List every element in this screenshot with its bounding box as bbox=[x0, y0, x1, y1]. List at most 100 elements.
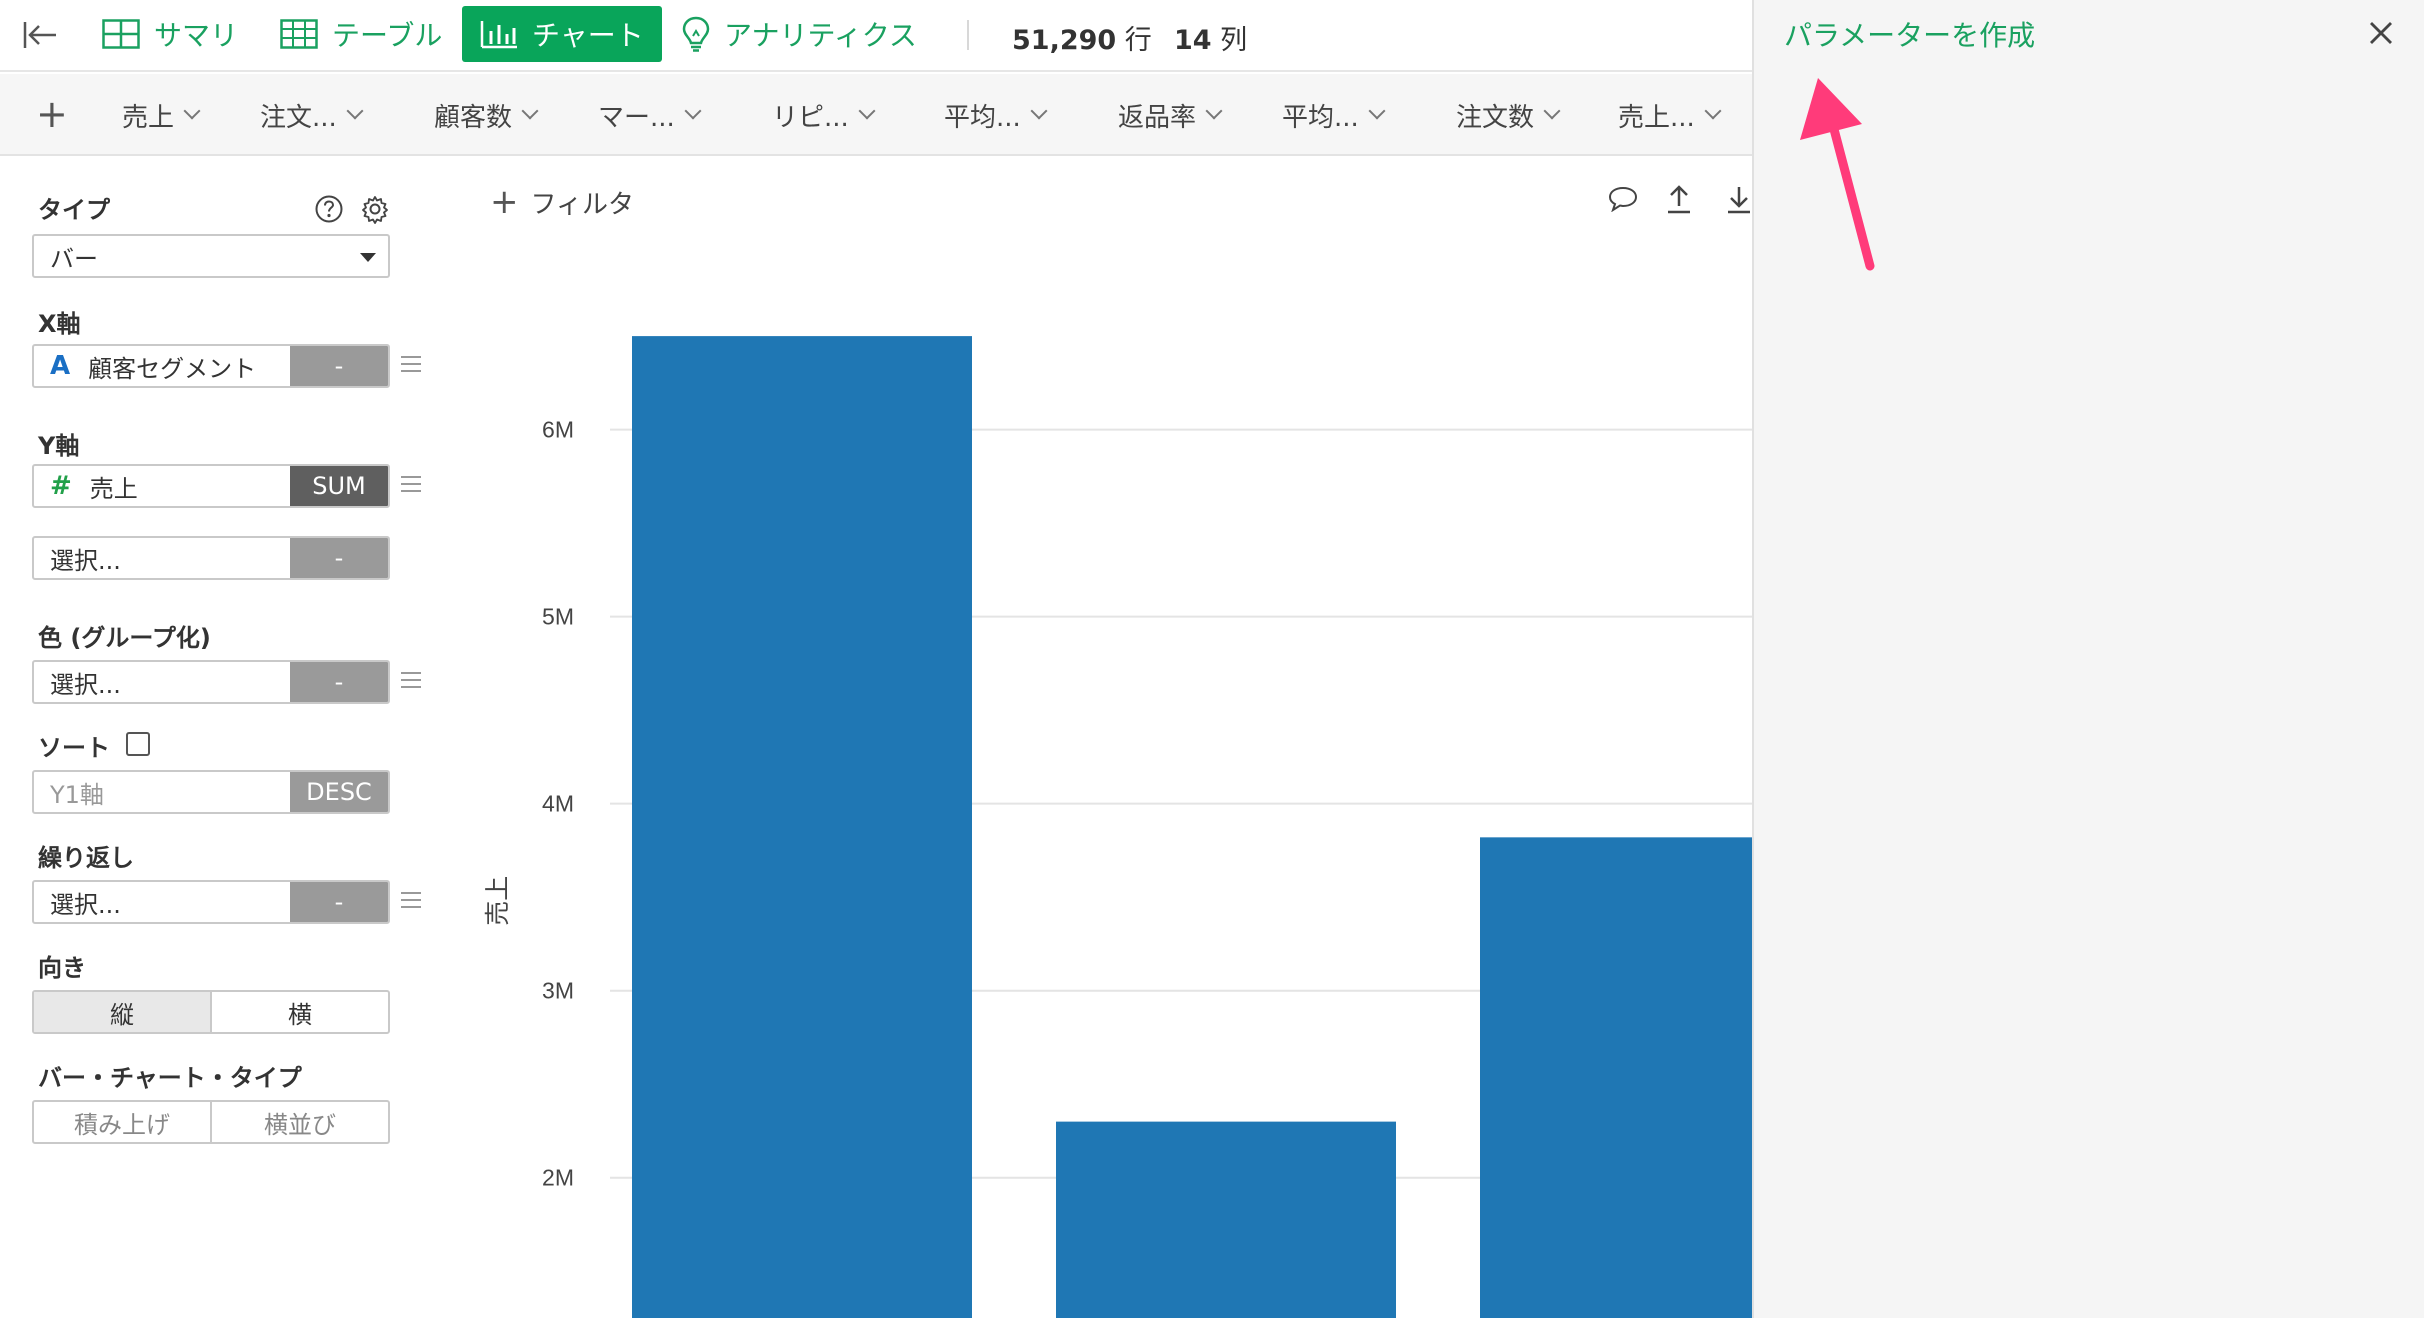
y-axis-aggregation-button[interactable]: SUM bbox=[290, 466, 388, 506]
sort-field: Y1軸 DESC bbox=[32, 770, 390, 814]
orientation-toggle: 縦 横 bbox=[32, 990, 390, 1034]
column-count-unit: 列 bbox=[1220, 25, 1248, 56]
y-tick-label: 4M bbox=[542, 791, 574, 817]
create-parameter-link[interactable]: パラメーターを作成 bbox=[1784, 14, 2035, 54]
tab-summary-label: サマリ bbox=[154, 19, 239, 52]
tab-chart[interactable]: チャート bbox=[462, 6, 662, 62]
gear-icon[interactable] bbox=[360, 194, 390, 224]
row-count-unit: 行 bbox=[1124, 25, 1152, 56]
y-axis-title: 売上 bbox=[483, 876, 512, 926]
x-axis-aggregation-button[interactable]: - bbox=[290, 346, 388, 386]
column-header-label: 売上... bbox=[1618, 102, 1695, 133]
column-header-label: 注文... bbox=[260, 102, 337, 133]
repeat-field-name: 選択... bbox=[50, 890, 121, 919]
sort-field-select[interactable]: Y1軸 bbox=[34, 772, 290, 812]
orientation-label: 向き bbox=[38, 954, 86, 982]
y-axis-label: Y軸 bbox=[38, 432, 80, 460]
type-label: タイプ bbox=[38, 196, 110, 224]
repeat-aggregation-button[interactable]: - bbox=[290, 882, 388, 922]
add-column-button[interactable]: + bbox=[36, 94, 68, 134]
drag-handle-icon[interactable] bbox=[401, 476, 421, 492]
help-icon[interactable] bbox=[314, 194, 344, 224]
tab-table-label: テーブル bbox=[332, 19, 443, 52]
chart-bar[interactable] bbox=[632, 336, 972, 1318]
color-field: 選択... - bbox=[32, 660, 390, 704]
column-header[interactable]: リピ... bbox=[772, 74, 876, 156]
bar-type-side-by-side-option[interactable]: 横並び bbox=[210, 1102, 388, 1142]
color-group-label: 色 (グループ化) bbox=[38, 624, 211, 652]
y-tick-label: 3M bbox=[542, 978, 574, 1004]
bar-chart-type-toggle: 積み上げ 横並び bbox=[32, 1100, 390, 1144]
drag-handle-icon[interactable] bbox=[401, 356, 421, 372]
table-icon bbox=[280, 19, 318, 49]
sort-order-button[interactable]: DESC bbox=[290, 772, 388, 812]
chevron-down-icon bbox=[346, 102, 364, 120]
row-count-value: 51,290 bbox=[1012, 25, 1117, 56]
chart-bar[interactable] bbox=[1056, 1121, 1396, 1318]
color-aggregation-button[interactable]: - bbox=[290, 662, 388, 702]
sort-label: ソート bbox=[38, 734, 110, 762]
y-tick-label: 6M bbox=[542, 417, 574, 443]
chevron-down-icon bbox=[1205, 102, 1223, 120]
tab-analytics-label: アナリティクス bbox=[724, 19, 917, 52]
chevron-down-icon bbox=[1368, 102, 1386, 120]
collapse-sidebar-icon[interactable] bbox=[20, 17, 60, 53]
annotation-arrow-icon bbox=[1800, 78, 1875, 271]
add-filter-button[interactable]: + フィルタ bbox=[490, 182, 634, 222]
column-header-label: 顧客数 bbox=[434, 102, 513, 133]
upload-icon[interactable] bbox=[1666, 184, 1692, 214]
y-tick-label: 2M bbox=[542, 1165, 574, 1191]
drag-handle-icon[interactable] bbox=[401, 892, 421, 908]
bar-type-stacked-option[interactable]: 積み上げ bbox=[34, 1102, 210, 1142]
orientation-horizontal-option[interactable]: 横 bbox=[210, 992, 388, 1032]
lightbulb-icon bbox=[682, 16, 710, 52]
column-header[interactable]: 売上 bbox=[122, 74, 201, 156]
column-header[interactable]: 返品率 bbox=[1118, 74, 1223, 156]
x-axis-field-select[interactable]: A 顧客セグメント bbox=[34, 346, 290, 386]
column-count: 14 列 bbox=[1174, 18, 1247, 57]
y-axis-field-2: 選択... - bbox=[32, 536, 390, 580]
drag-handle-icon[interactable] bbox=[401, 672, 421, 688]
chart-bar[interactable] bbox=[1480, 837, 1752, 1318]
sort-checkbox[interactable] bbox=[126, 732, 150, 756]
chart-type-value: バー bbox=[50, 244, 98, 273]
column-header[interactable]: 顧客数 bbox=[434, 74, 539, 156]
column-header-bar: + 売上 注文... 顧客数 マー... リピ... 平均... 返品率 平均.… bbox=[0, 74, 1752, 156]
y-axis-field-2-select[interactable]: 選択... bbox=[34, 538, 290, 578]
y-axis-field-2-name: 選択... bbox=[50, 546, 121, 575]
column-header[interactable]: 平均... bbox=[944, 74, 1048, 156]
tab-table[interactable]: テーブル bbox=[262, 6, 460, 62]
orientation-vertical-option[interactable]: 縦 bbox=[34, 992, 210, 1032]
color-field-select[interactable]: 選択... bbox=[34, 662, 290, 702]
repeat-field: 選択... - bbox=[32, 880, 390, 924]
color-field-name: 選択... bbox=[50, 670, 121, 699]
repeat-label: 繰り返し bbox=[38, 844, 134, 872]
column-header[interactable]: 注文... bbox=[260, 74, 364, 156]
column-header-label: 注文数 bbox=[1456, 102, 1535, 133]
column-header[interactable]: マー... bbox=[598, 74, 702, 156]
number-type-icon: # bbox=[50, 471, 72, 501]
y-axis-field-select[interactable]: # 売上 bbox=[34, 466, 290, 506]
bar-chart-type-label: バー・チャート・タイプ bbox=[38, 1064, 302, 1092]
column-header-label: リピ... bbox=[772, 102, 849, 133]
column-count-value: 14 bbox=[1174, 25, 1212, 56]
column-header-label: 返品率 bbox=[1118, 102, 1197, 133]
y-axis-2-aggregation-button[interactable]: - bbox=[290, 538, 388, 578]
repeat-field-select[interactable]: 選択... bbox=[34, 882, 290, 922]
comment-icon[interactable] bbox=[1608, 186, 1638, 212]
close-icon[interactable] bbox=[2366, 18, 2396, 48]
x-axis-field-name: 顧客セグメント bbox=[88, 354, 257, 383]
y-axis-field: # 売上 SUM bbox=[32, 464, 390, 508]
tab-analytics[interactable]: アナリティクス bbox=[664, 6, 935, 62]
sort-field-name: Y1軸 bbox=[50, 780, 104, 809]
column-header[interactable]: 売上... bbox=[1618, 74, 1722, 156]
download-icon[interactable] bbox=[1726, 184, 1752, 214]
column-header-label: マー... bbox=[598, 102, 675, 133]
text-type-icon: A bbox=[50, 351, 71, 381]
chart-config-panel: タイプ バー X軸 A 顧客セグメント - Y軸 # 売上 SUM 選択... … bbox=[20, 156, 440, 1318]
chart-type-select[interactable]: バー bbox=[32, 234, 390, 278]
chevron-down-icon bbox=[1543, 102, 1561, 120]
tab-summary[interactable]: サマリ bbox=[84, 6, 256, 62]
column-header[interactable]: 注文数 bbox=[1456, 74, 1561, 156]
column-header[interactable]: 平均... bbox=[1282, 74, 1386, 156]
